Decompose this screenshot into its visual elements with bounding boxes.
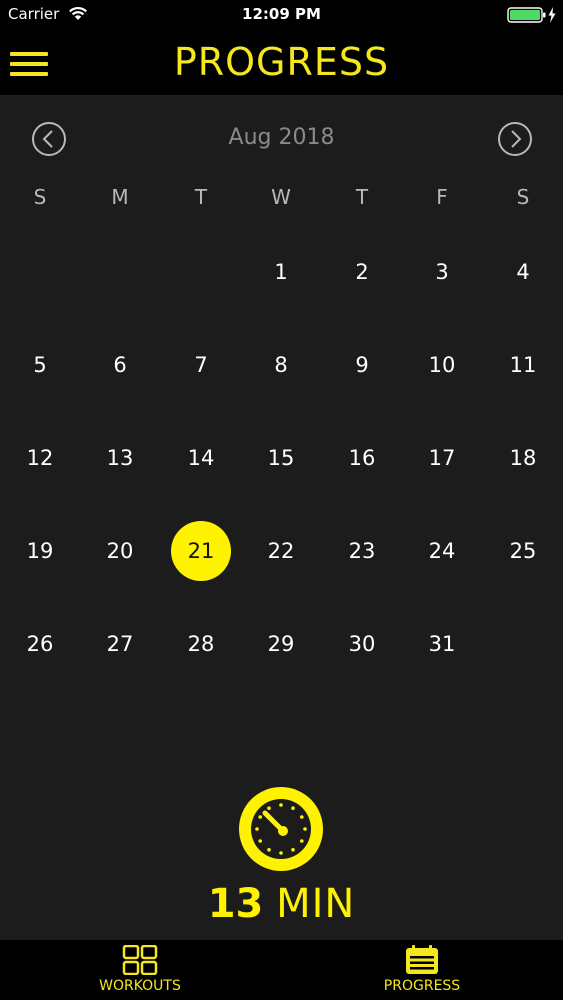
calendar-day[interactable]: 24 <box>412 521 472 581</box>
weekday-label: S <box>33 185 47 209</box>
tab-label: PROGRESS <box>383 978 461 994</box>
tab-progress[interactable]: PROGRESS <box>322 940 522 1000</box>
calendar-day[interactable]: 26 <box>10 614 70 674</box>
status-bar: Carrier 12:09 PM <box>0 0 563 30</box>
calendar-day-selected[interactable]: 21 <box>171 521 231 581</box>
weekday-label: S <box>516 185 530 209</box>
weekday-label: T <box>355 185 369 209</box>
month-label: Aug 2018 <box>228 125 335 150</box>
calendar-day[interactable]: 30 <box>332 614 392 674</box>
calendar-day[interactable]: 12 <box>10 428 70 488</box>
duration-value: 13 <box>207 881 264 927</box>
calendar-day[interactable]: 7 <box>171 335 231 395</box>
weekday-label: M <box>111 185 129 209</box>
calendar-day[interactable]: 5 <box>10 335 70 395</box>
workout-duration: 13 MIN <box>0 881 563 927</box>
calendar-day[interactable]: 28 <box>171 614 231 674</box>
calendar-day[interactable]: 10 <box>412 335 472 395</box>
calendar-day[interactable]: 22 <box>251 521 311 581</box>
calendar-day[interactable]: 18 <box>493 428 553 488</box>
chevron-right-circle-icon[interactable] <box>497 121 533 157</box>
grid-icon <box>122 945 158 975</box>
calendar-day[interactable]: 14 <box>171 428 231 488</box>
duration-unit: MIN <box>276 881 356 927</box>
weekday-label: W <box>271 185 291 209</box>
battery-charging-icon <box>507 7 556 23</box>
weekday-header: S M T W T F S <box>0 185 563 215</box>
calendar-day[interactable]: 31 <box>412 614 472 674</box>
weekday-label: T <box>194 185 208 209</box>
calendar-day[interactable]: 4 <box>493 242 553 302</box>
calendar-day[interactable]: 23 <box>332 521 392 581</box>
calendar-day[interactable]: 27 <box>90 614 150 674</box>
calendar-icon <box>406 945 438 974</box>
calendar-day[interactable]: 16 <box>332 428 392 488</box>
status-time: 12:09 PM <box>242 5 321 23</box>
daily-summary: 13 MIN <box>0 785 563 927</box>
stopwatch-icon <box>239 787 323 871</box>
calendar-day[interactable]: 20 <box>90 521 150 581</box>
calendar-day[interactable]: 19 <box>10 521 70 581</box>
calendar-day[interactable]: 15 <box>251 428 311 488</box>
nav-bar: PROGRESS <box>0 30 563 95</box>
calendar-day[interactable]: 1 <box>251 242 311 302</box>
calendar-day[interactable]: 9 <box>332 335 392 395</box>
page-title: PROGRESS <box>173 40 390 84</box>
calendar-day[interactable]: 6 <box>90 335 150 395</box>
calendar-day[interactable]: 8 <box>251 335 311 395</box>
calendar-day[interactable]: 17 <box>412 428 472 488</box>
tab-bar: WORKOUTS PROGRESS <box>0 940 563 1000</box>
tab-label: WORKOUTS <box>99 978 181 994</box>
calendar-day[interactable]: 11 <box>493 335 553 395</box>
calendar-day[interactable]: 2 <box>332 242 392 302</box>
calendar-day[interactable]: 29 <box>251 614 311 674</box>
calendar-day[interactable]: 13 <box>90 428 150 488</box>
weekday-label: F <box>436 185 448 209</box>
month-navigation: Aug 2018 <box>0 95 563 181</box>
calendar-day[interactable]: 25 <box>493 521 553 581</box>
tab-workouts[interactable]: WORKOUTS <box>40 940 240 1000</box>
calendar-day[interactable]: 3 <box>412 242 472 302</box>
